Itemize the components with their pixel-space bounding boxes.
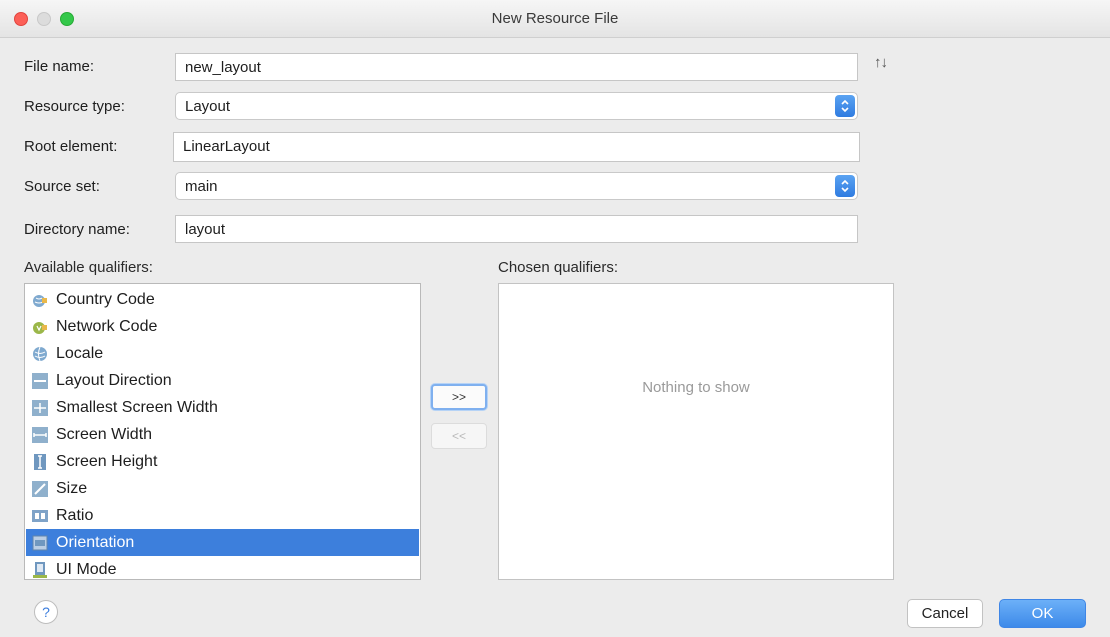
qualifier-item-network-code[interactable]: Network Code (26, 313, 419, 340)
qualifier-item-label: Layout Direction (56, 372, 172, 389)
sort-arrows-icon[interactable]: ↑↓ (874, 54, 888, 71)
remove-qualifier-button[interactable]: << (431, 423, 487, 449)
resource-type-label: Resource type: (24, 98, 125, 115)
screen-width-icon (32, 427, 48, 443)
qualifier-item-label: Network Code (56, 318, 158, 335)
chosen-qualifiers-label: Chosen qualifiers: (498, 259, 619, 276)
ok-button[interactable]: OK (999, 599, 1086, 628)
ratio-icon (32, 510, 48, 522)
qualifier-item-label: UI Mode (56, 561, 117, 578)
empty-state-text: Nothing to show (642, 379, 750, 396)
cancel-button[interactable]: Cancel (907, 599, 983, 628)
qualifier-item-ratio[interactable]: Ratio (26, 502, 419, 529)
available-qualifiers-list[interactable]: Country Code Network Code Locale Layout … (24, 283, 421, 580)
globe-flag-icon (33, 295, 47, 307)
qualifier-item-label: Country Code (56, 291, 155, 308)
window-title: New Resource File (491, 10, 619, 27)
qualifier-item-ui-mode[interactable]: UI Mode (26, 556, 419, 583)
qualifier-item-locale[interactable]: Locale (26, 340, 419, 367)
source-set-value: main (185, 178, 218, 195)
qualifier-item-label: Ratio (56, 507, 94, 524)
qualifier-item-size[interactable]: Size (26, 475, 419, 502)
source-set-label: Source set: (24, 178, 100, 195)
available-qualifiers-label: Available qualifiers: (24, 259, 153, 276)
source-set-select[interactable]: main (175, 172, 858, 200)
qualifier-item-label: Smallest Screen Width (56, 399, 218, 416)
smallest-width-icon (32, 400, 48, 416)
qualifier-item-label: Orientation (56, 534, 135, 551)
root-element-input[interactable]: LinearLayout (173, 132, 860, 162)
directory-name-label: Directory name: (24, 221, 130, 238)
qualifier-item-label: Screen Height (56, 453, 158, 470)
qualifier-item-screen-height[interactable]: Screen Height (26, 448, 419, 475)
qualifier-item-country-code[interactable]: Country Code (26, 286, 419, 313)
qualifier-item-smallest-screen-width[interactable]: Smallest Screen Width (26, 394, 419, 421)
globe-icon (33, 346, 47, 362)
title-bar: New Resource File (0, 0, 1110, 38)
network-icon (33, 322, 47, 334)
chosen-qualifiers-list[interactable]: Nothing to show (498, 283, 894, 580)
layout-direction-icon (32, 373, 48, 389)
qualifier-item-layout-direction[interactable]: Layout Direction (26, 367, 419, 394)
add-qualifier-button[interactable]: >> (431, 384, 487, 410)
file-name-input[interactable]: new_layout (175, 53, 858, 81)
root-element-label: Root element: (24, 138, 118, 155)
orientation-icon (32, 535, 48, 551)
qualifier-item-screen-width[interactable]: Screen Width (26, 421, 419, 448)
screen-height-icon (34, 454, 46, 470)
help-button[interactable]: ? (34, 600, 58, 624)
ui-mode-icon (33, 562, 47, 578)
qualifier-item-orientation[interactable]: Orientation (26, 529, 419, 556)
qualifier-item-label: Screen Width (56, 426, 153, 443)
resource-type-select[interactable]: Layout (175, 92, 858, 120)
qualifier-item-label: Locale (56, 345, 104, 362)
new-resource-file-dialog: New Resource File File name: new_layout … (0, 0, 1110, 637)
file-name-label: File name: (24, 58, 95, 75)
qualifier-item-label: Size (56, 480, 88, 497)
resource-type-value: Layout (185, 98, 231, 115)
size-icon (32, 481, 48, 497)
chevron-updown-icon (835, 175, 855, 197)
directory-name-input[interactable]: layout (175, 215, 858, 243)
chevron-updown-icon (835, 95, 855, 117)
